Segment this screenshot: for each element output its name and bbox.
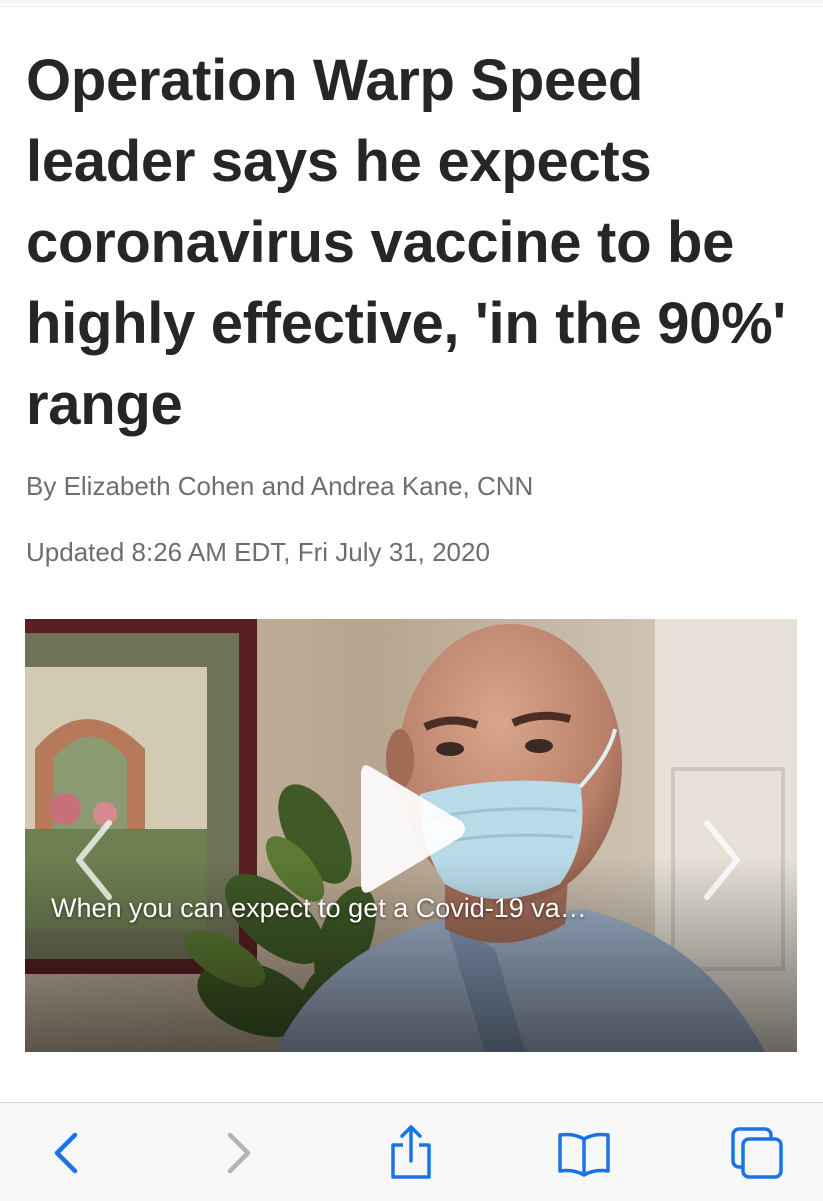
play-icon[interactable] xyxy=(357,759,469,899)
forward-icon[interactable] xyxy=(208,1123,268,1183)
article-byline: By Elizabeth Cohen and Andrea Kane, CNN xyxy=(26,471,534,501)
bookmarks-icon[interactable] xyxy=(554,1123,614,1183)
tabs-icon[interactable] xyxy=(727,1123,787,1183)
video-player[interactable]: When you can expect to get a Covid-19 va… xyxy=(25,619,797,1052)
article-updated-timestamp: Updated 8:26 AM EDT, Fri July 31, 2020 xyxy=(26,537,490,567)
share-icon[interactable] xyxy=(381,1123,441,1183)
chevron-right-icon[interactable] xyxy=(697,815,747,905)
video-caption: When you can expect to get a Covid-19 va… xyxy=(51,893,587,923)
back-icon[interactable] xyxy=(37,1123,97,1183)
chevron-left-icon[interactable] xyxy=(69,815,119,905)
browser-toolbar xyxy=(0,1102,823,1201)
top-divider xyxy=(0,0,823,7)
article-headline: Operation Warp Speed leader says he expe… xyxy=(26,48,786,437)
